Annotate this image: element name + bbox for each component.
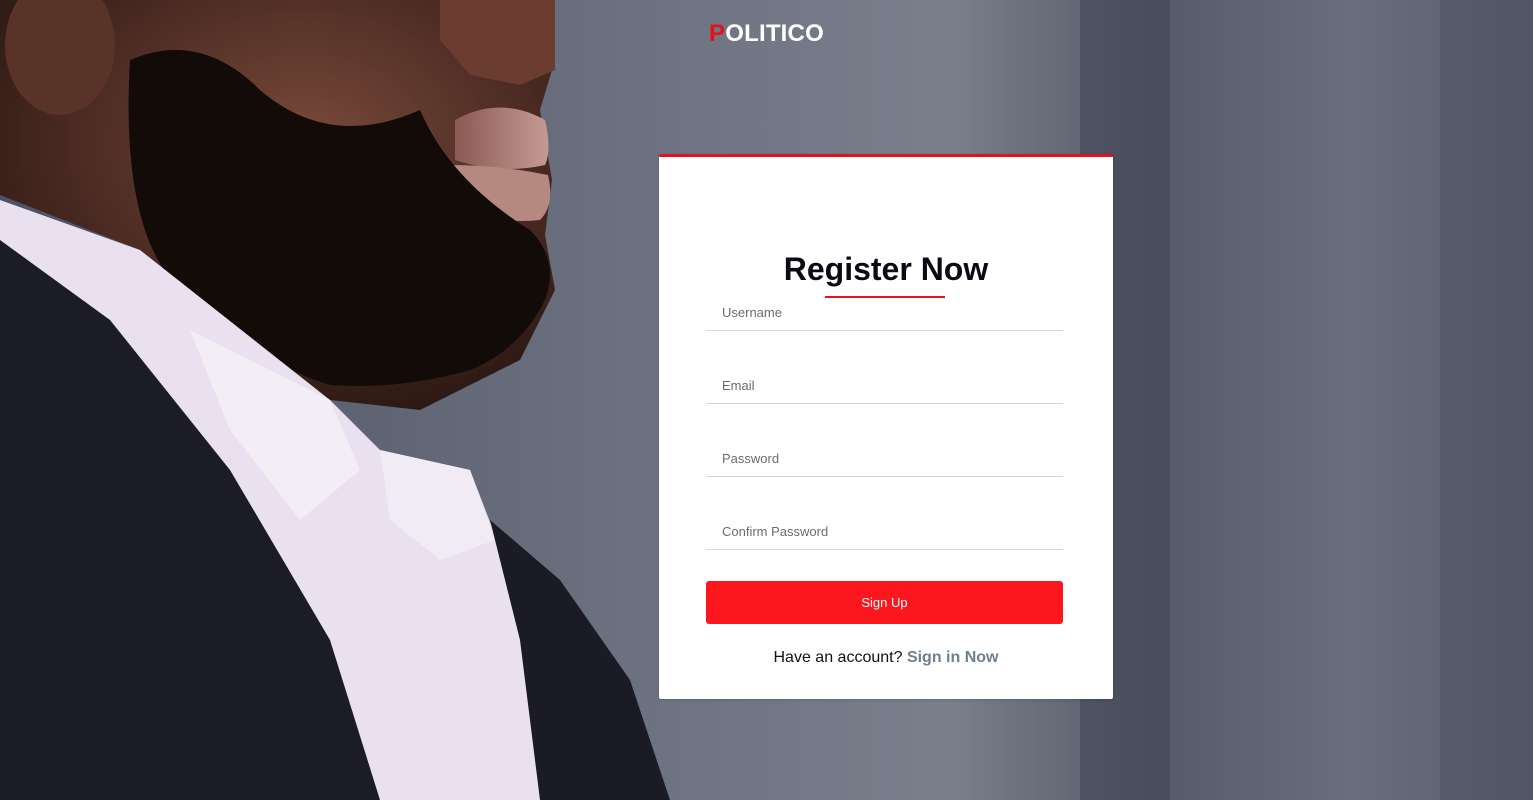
password-field[interactable] (706, 441, 1063, 477)
register-title: Register Now (783, 251, 989, 287)
email-field[interactable] (706, 368, 1063, 404)
brand-logo[interactable]: POLITICO (709, 20, 824, 48)
confirm-password-field[interactable] (706, 514, 1063, 550)
sign-in-link[interactable]: Sign in Now (907, 649, 999, 666)
sign-up-button[interactable]: Sign Up (706, 581, 1063, 624)
register-card: Register Now Sign Up Have an account? Si… (659, 154, 1113, 699)
brand-first-letter: P (709, 20, 726, 47)
have-account-text: Have an account? (773, 649, 903, 666)
brand-name-rest: OLITICO (725, 20, 824, 47)
sign-in-prompt: Have an account? Sign in Now (659, 648, 1113, 668)
username-field[interactable] (706, 295, 1063, 331)
